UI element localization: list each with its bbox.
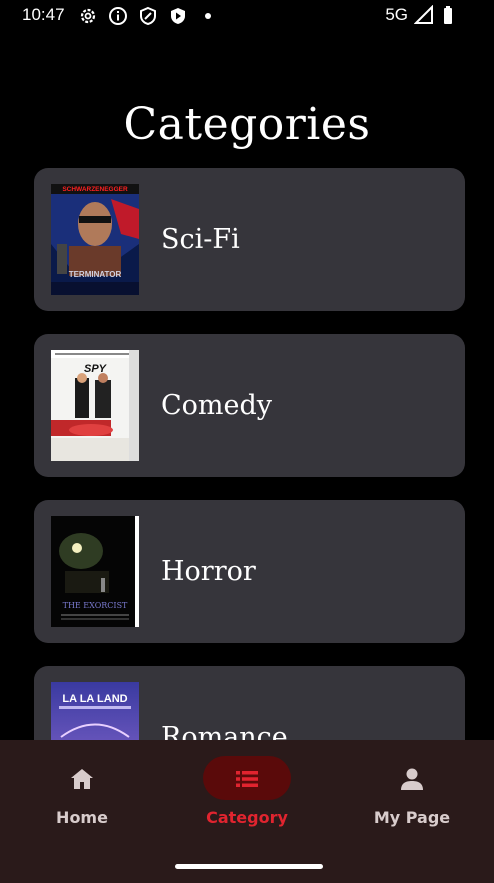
spy-poster: SPY (51, 350, 139, 461)
category-label: Horror (161, 556, 256, 587)
category-list[interactable]: SCHWARZENEGGER TERMINATOR Sci-Fi SPY Com… (34, 168, 465, 740)
nav-label-my-page: My Page (373, 808, 451, 827)
nav-item-my-page[interactable]: My Page (330, 740, 494, 840)
home-icon (71, 769, 93, 789)
status-time: 10:47 (22, 5, 65, 24)
nav-item-category[interactable]: Category (165, 740, 329, 840)
shield-play-icon (171, 8, 185, 24)
person-icon (401, 768, 423, 790)
status-bar: 10:47 5G (0, 0, 494, 34)
exorcist-poster: THE EXORCIST (51, 516, 139, 627)
home-indicator[interactable] (175, 864, 323, 869)
category-card-comedy[interactable]: SPY Comedy (34, 334, 465, 477)
nav-label-home: Home (56, 808, 108, 827)
info-icon (109, 7, 127, 25)
network-type: 5G (385, 5, 408, 24)
settings-icon (80, 8, 96, 24)
list-icon (236, 771, 258, 787)
category-card-scifi[interactable]: SCHWARZENEGGER TERMINATOR Sci-Fi (34, 168, 465, 311)
category-card-horror[interactable]: THE EXORCIST Horror (34, 500, 465, 643)
bottom-navigation: Home Category My Page (0, 740, 494, 883)
category-label: Comedy (161, 390, 273, 421)
terminator-poster: SCHWARZENEGGER TERMINATOR (51, 184, 139, 295)
nav-item-home[interactable]: Home (0, 740, 164, 840)
poster-title: THE EXORCIST (63, 601, 128, 610)
battery-icon (444, 6, 452, 24)
poster-title-top: SCHWARZENEGGER (62, 186, 128, 193)
dot-icon (205, 13, 211, 19)
poster-title: LA LA LAND (62, 693, 127, 705)
poster-title-bottom: TERMINATOR (69, 270, 122, 279)
category-label: Romance (161, 722, 288, 740)
shield-outline-icon (140, 6, 156, 26)
lalaland-poster: LA LA LAND (51, 682, 139, 740)
nav-label-category: Category (206, 808, 288, 827)
category-card-romance[interactable]: LA LA LAND Romance (34, 666, 465, 740)
status-system-icons: 5G (385, 5, 460, 25)
page-title: Categories (123, 99, 371, 151)
category-label: Sci-Fi (161, 224, 240, 255)
signal-icon (414, 5, 433, 24)
status-notification-icons (78, 6, 218, 26)
